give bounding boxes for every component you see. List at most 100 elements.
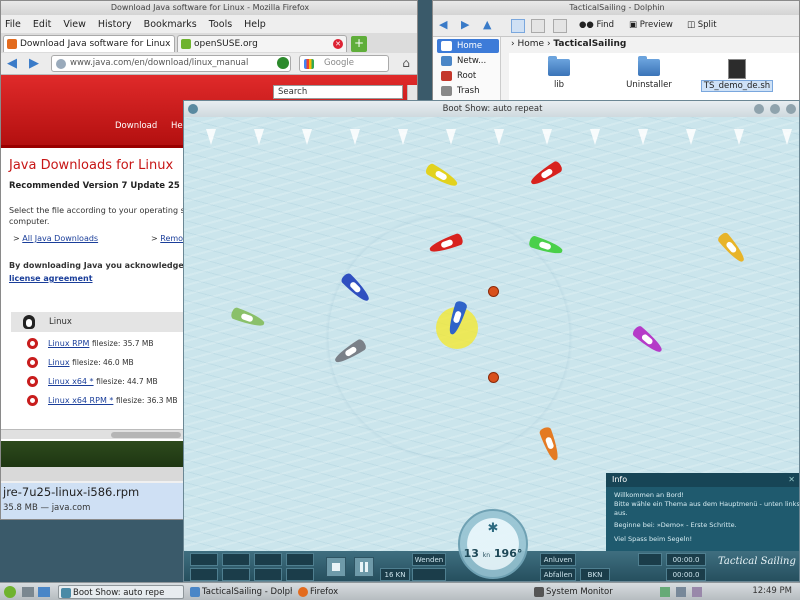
tab-java[interactable]: Download Java software for Linux bbox=[3, 35, 175, 52]
menu-file[interactable]: File bbox=[5, 19, 21, 30]
menu-tools[interactable]: Tools bbox=[209, 19, 232, 30]
find-button[interactable]: ●● Find bbox=[579, 20, 614, 30]
tray-clipboard-icon[interactable] bbox=[692, 587, 702, 597]
bkn-readout: BKN bbox=[580, 568, 610, 581]
stop-button[interactable] bbox=[326, 557, 346, 577]
tray-network-icon[interactable] bbox=[660, 587, 670, 597]
start-menu-icon[interactable] bbox=[4, 586, 16, 598]
close-tab-icon[interactable]: ✕ bbox=[333, 39, 343, 49]
new-tab-button[interactable]: + bbox=[351, 36, 367, 52]
wenden-slot[interactable] bbox=[412, 568, 446, 581]
firefox-titlebar[interactable]: Download Java software for Linux - Mozil… bbox=[1, 1, 417, 15]
files-icon[interactable] bbox=[38, 587, 50, 597]
abfallen-button[interactable]: Abfallen bbox=[540, 568, 576, 581]
java-site-search-input[interactable]: Search bbox=[273, 85, 403, 99]
file-item-uninstaller[interactable]: Uninstaller bbox=[609, 56, 689, 90]
taskbar-item-game[interactable]: Boot Show: auto repe bbox=[58, 585, 184, 599]
heading-compass[interactable]: ✱ 13 kn 196° bbox=[458, 509, 528, 579]
hud-slot[interactable] bbox=[254, 553, 282, 566]
maximize-icon[interactable] bbox=[770, 104, 780, 114]
license-agreement-link[interactable]: license agreement bbox=[9, 274, 93, 283]
back-arrow-icon[interactable]: ◀ bbox=[439, 18, 447, 31]
hscroll-thumb[interactable] bbox=[111, 432, 181, 438]
breadcrumb-home[interactable]: Home bbox=[517, 39, 544, 49]
place-network[interactable]: Netw... bbox=[437, 54, 499, 68]
dolphin-titlebar[interactable]: TacticalSailing - Dolphin bbox=[433, 1, 799, 15]
hud-slot[interactable] bbox=[222, 553, 250, 566]
reload-icon[interactable] bbox=[277, 57, 289, 69]
home-icon[interactable]: ⌂ bbox=[399, 56, 413, 70]
taskbar-item-system-monitor[interactable]: System Monitor bbox=[532, 585, 642, 599]
info-line: Viel Spass beim Segeln! bbox=[614, 535, 693, 543]
download-row[interactable]: Linux x64 * filesize: 44.7 MB bbox=[27, 376, 158, 387]
download-row[interactable]: Linux x64 RPM * filesize: 36.3 MB bbox=[27, 395, 178, 406]
wind-arrow-icon bbox=[302, 129, 312, 145]
nav-help-link[interactable]: He bbox=[171, 121, 183, 131]
game-titlebar[interactable]: Boot Show: auto repeat bbox=[184, 101, 799, 117]
up-arrow-icon[interactable]: ▲ bbox=[483, 18, 491, 31]
hud-slot[interactable] bbox=[286, 553, 314, 566]
hud-slot[interactable] bbox=[190, 553, 218, 566]
url-input[interactable]: www.java.com/en/download/linux_manual bbox=[51, 55, 291, 72]
place-trash[interactable]: Trash bbox=[437, 84, 499, 98]
menu-history[interactable]: History bbox=[98, 19, 132, 30]
close-icon[interactable] bbox=[786, 104, 796, 114]
columns-view-icon[interactable] bbox=[553, 19, 567, 33]
menu-edit[interactable]: Edit bbox=[33, 19, 51, 30]
hud-slot[interactable] bbox=[638, 553, 662, 566]
menu-help[interactable]: Help bbox=[244, 19, 266, 30]
all-java-downloads-link[interactable]: > All Java Downloads bbox=[13, 234, 98, 243]
file-item-ts-demo[interactable]: TS_demo_de.sh bbox=[697, 59, 777, 92]
app-menu-icon[interactable] bbox=[188, 104, 198, 114]
close-icon[interactable]: ✕ bbox=[788, 475, 795, 484]
hud-slot[interactable] bbox=[286, 568, 314, 581]
wind-arrow-icon bbox=[350, 129, 360, 145]
hud-slot[interactable] bbox=[222, 568, 250, 581]
back-arrow-icon[interactable]: ◀ bbox=[5, 57, 19, 71]
download-row[interactable]: Linux filesize: 46.0 MB bbox=[27, 357, 134, 368]
orange-boat-icon[interactable] bbox=[538, 425, 562, 463]
orange-boat-icon[interactable] bbox=[716, 231, 748, 265]
nav-download-link[interactable]: Download bbox=[115, 121, 157, 131]
place-root[interactable]: Root bbox=[437, 69, 499, 83]
minimize-icon[interactable] bbox=[754, 104, 764, 114]
menu-view[interactable]: View bbox=[63, 19, 86, 30]
wenden-button[interactable]: Wenden bbox=[412, 553, 446, 566]
wind-arrow-icon bbox=[206, 129, 216, 145]
blue-boat-icon[interactable] bbox=[339, 271, 373, 305]
green-boat-icon[interactable] bbox=[527, 235, 565, 257]
gray-boat-icon[interactable] bbox=[332, 337, 368, 367]
file-item-lib[interactable]: lib bbox=[519, 56, 599, 90]
purple-boat-icon[interactable] bbox=[631, 324, 665, 356]
pause-button[interactable] bbox=[354, 557, 374, 577]
network-icon bbox=[441, 56, 452, 66]
menu-bookmarks[interactable]: Bookmarks bbox=[144, 19, 197, 30]
hud-slot[interactable] bbox=[190, 568, 218, 581]
breadcrumb-current[interactable]: TacticalSailing bbox=[553, 39, 626, 49]
red-boat-icon[interactable] bbox=[427, 232, 465, 256]
download-row[interactable]: Linux RPM filesize: 35.7 MB bbox=[27, 338, 154, 349]
red-boat-icon[interactable] bbox=[528, 159, 564, 189]
folder-icon bbox=[638, 56, 660, 76]
details-view-icon[interactable] bbox=[531, 19, 545, 33]
icons-view-icon[interactable] bbox=[511, 19, 525, 33]
place-home[interactable]: Home bbox=[437, 39, 499, 53]
green-boat-icon[interactable] bbox=[229, 306, 267, 330]
clock[interactable]: 12:49 PM bbox=[752, 586, 792, 596]
split-button[interactable]: ◫ Split bbox=[687, 20, 717, 30]
anluven-button[interactable]: Anluven bbox=[540, 553, 576, 566]
tab-opensuse[interactable]: openSUSE.org ✕ bbox=[177, 35, 347, 52]
download-item[interactable]: jre-7u25-linux-i586.rpm 35.8 MB — java.c… bbox=[1, 483, 191, 519]
dolphin-window: TacticalSailing - Dolphin ◀ ▶ ▲ ●● Find … bbox=[432, 0, 800, 104]
forward-arrow-icon[interactable]: ▶ bbox=[461, 18, 469, 31]
taskbar-item-dolphin[interactable]: TacticalSailing - Dolph bbox=[188, 585, 292, 599]
desktop-icon[interactable] bbox=[22, 587, 34, 597]
yellow-boat-icon[interactable] bbox=[424, 162, 460, 190]
taskbar-item-firefox[interactable]: Firefox bbox=[296, 585, 406, 599]
preview-button[interactable]: ▣ Preview bbox=[629, 20, 673, 30]
binoculars-icon: ●● bbox=[579, 20, 594, 30]
hud-slot[interactable] bbox=[254, 568, 282, 581]
google-search-input[interactable]: Google bbox=[299, 55, 389, 72]
tray-volume-icon[interactable] bbox=[676, 587, 686, 597]
forward-arrow-icon[interactable]: ▶ bbox=[27, 57, 41, 71]
